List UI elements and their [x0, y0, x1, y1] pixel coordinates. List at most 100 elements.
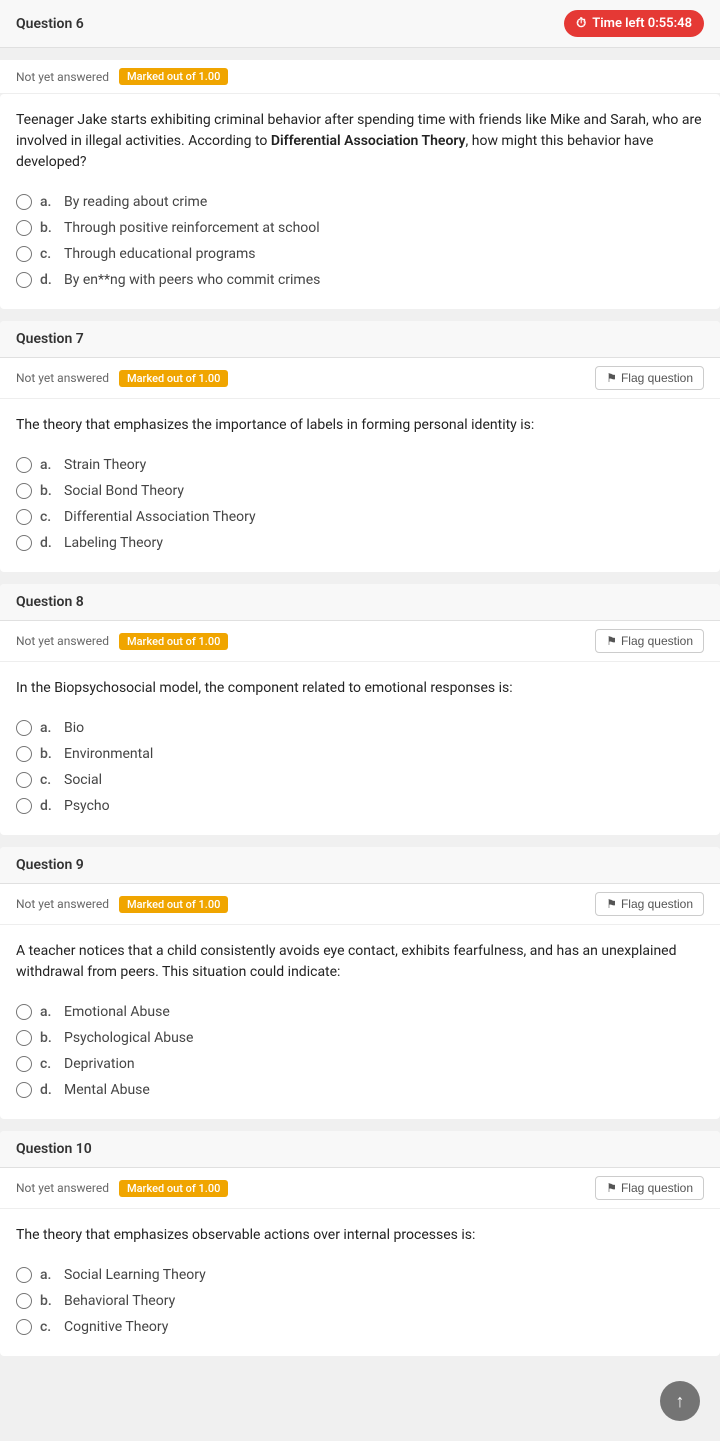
- q9-option-a[interactable]: [16, 1004, 32, 1020]
- flag-icon: ⚑: [606, 1181, 617, 1195]
- q9-option-d[interactable]: [16, 1082, 32, 1098]
- q6-option-d[interactable]: [16, 272, 32, 288]
- q6-option-c[interactable]: [16, 246, 32, 262]
- q7-flag-button[interactable]: ⚑ Flag question: [595, 366, 704, 390]
- list-item: a. Emotional Abuse: [16, 999, 704, 1025]
- option-text: Social Learning Theory: [64, 1267, 206, 1283]
- list-item: a. Strain Theory: [16, 452, 704, 478]
- q8-option-c[interactable]: [16, 772, 32, 788]
- q9-text: A teacher notices that a child consisten…: [16, 941, 704, 983]
- q7-option-d[interactable]: [16, 535, 32, 551]
- q10-text: The theory that emphasizes observable ac…: [16, 1225, 704, 1246]
- q7-options: a. Strain Theory b. Social Bond Theory c…: [16, 452, 704, 556]
- q9-body: A teacher notices that a child consisten…: [0, 925, 720, 1119]
- q7-badge: Marked out of 1.00: [119, 370, 228, 387]
- flag-label: Flag question: [621, 634, 693, 648]
- q8-option-d[interactable]: [16, 798, 32, 814]
- flag-label: Flag question: [621, 897, 693, 911]
- q9-option-c[interactable]: [16, 1056, 32, 1072]
- q7-option-c[interactable]: [16, 509, 32, 525]
- list-item: c. Social: [16, 767, 704, 793]
- q8-badge: Marked out of 1.00: [119, 633, 228, 650]
- option-text: By reading about crime: [64, 194, 207, 210]
- q8-flag-button[interactable]: ⚑ Flag question: [595, 629, 704, 653]
- list-item: a. By reading about crime: [16, 189, 704, 215]
- list-item: a. Social Learning Theory: [16, 1262, 704, 1288]
- q10-option-a[interactable]: [16, 1267, 32, 1283]
- option-letter: a.: [40, 457, 56, 473]
- scroll-to-top-button[interactable]: ↑: [660, 1381, 700, 1421]
- q8-status: Not yet answered: [16, 634, 109, 648]
- option-letter: b.: [40, 1293, 56, 1309]
- option-text: Through positive reinforcement at school: [64, 220, 320, 236]
- list-item: c. Through educational programs: [16, 241, 704, 267]
- q7-option-b[interactable]: [16, 483, 32, 499]
- q6-body: Teenager Jake starts exhibiting criminal…: [0, 94, 720, 309]
- option-text: Emotional Abuse: [64, 1004, 170, 1020]
- q6-option-b[interactable]: [16, 220, 32, 236]
- q7-option-a[interactable]: [16, 457, 32, 473]
- question-6-card: Teenager Jake starts exhibiting criminal…: [0, 94, 720, 309]
- option-letter: a.: [40, 1004, 56, 1020]
- q7-body: The theory that emphasizes the importanc…: [0, 399, 720, 572]
- list-item: b. Psychological Abuse: [16, 1025, 704, 1051]
- q7-header: Question 7: [0, 321, 720, 358]
- option-text: Social: [64, 772, 102, 788]
- q6-text: Teenager Jake starts exhibiting criminal…: [16, 110, 704, 173]
- q10-options: a. Social Learning Theory b. Behavioral …: [16, 1262, 704, 1340]
- list-item: b. Behavioral Theory: [16, 1288, 704, 1314]
- list-item: b. Social Bond Theory: [16, 478, 704, 504]
- q8-text: In the Biopsychosocial model, the compon…: [16, 678, 704, 699]
- option-text: Environmental: [64, 746, 153, 762]
- option-text: Through educational programs: [64, 246, 256, 262]
- list-item: b. Environmental: [16, 741, 704, 767]
- option-text: Labeling Theory: [64, 535, 163, 551]
- list-item: c. Deprivation: [16, 1051, 704, 1077]
- q10-header: Question 10: [0, 1131, 720, 1168]
- option-text: Strain Theory: [64, 457, 146, 473]
- q6-option-a[interactable]: [16, 194, 32, 210]
- list-item: d. Labeling Theory: [16, 530, 704, 556]
- q10-status: Not yet answered: [16, 1181, 109, 1195]
- q10-option-c[interactable]: [16, 1319, 32, 1335]
- option-letter: a.: [40, 194, 56, 210]
- q9-header: Question 9: [0, 847, 720, 884]
- list-item: d. Mental Abuse: [16, 1077, 704, 1103]
- q9-badge: Marked out of 1.00: [119, 896, 228, 913]
- option-text: Cognitive Theory: [64, 1319, 168, 1335]
- q10-flag-button[interactable]: ⚑ Flag question: [595, 1176, 704, 1200]
- option-text: Social Bond Theory: [64, 483, 184, 499]
- option-letter: c.: [40, 1319, 56, 1335]
- flag-icon: ⚑: [606, 634, 617, 648]
- q10-body: The theory that emphasizes observable ac…: [0, 1209, 720, 1356]
- list-item: d. By en**ng with peers who commit crime…: [16, 267, 704, 293]
- question-7-card: Question 7 Not yet answered Marked out o…: [0, 321, 720, 572]
- question6-top-bar: Question 6 ⏱ Time left 0:55:48: [0, 0, 720, 48]
- timer-label: Time left 0:55:48: [592, 16, 692, 31]
- q7-status: Not yet answered: [16, 371, 109, 385]
- list-item: c. Cognitive Theory: [16, 1314, 704, 1340]
- q8-option-b[interactable]: [16, 746, 32, 762]
- q8-options: a. Bio b. Environmental c. Social d. Psy…: [16, 715, 704, 819]
- q9-flag-button[interactable]: ⚑ Flag question: [595, 892, 704, 916]
- option-letter: d.: [40, 798, 56, 814]
- option-text: Behavioral Theory: [64, 1293, 175, 1309]
- option-letter: c.: [40, 772, 56, 788]
- q10-option-b[interactable]: [16, 1293, 32, 1309]
- flag-icon: ⚑: [606, 897, 617, 911]
- option-letter: c.: [40, 1056, 56, 1072]
- timer-icon: ⏱: [576, 16, 586, 31]
- q9-status: Not yet answered: [16, 897, 109, 911]
- option-text: Bio: [64, 720, 84, 736]
- flag-icon: ⚑: [606, 371, 617, 385]
- q8-option-a[interactable]: [16, 720, 32, 736]
- list-item: c. Differential Association Theory: [16, 504, 704, 530]
- q9-option-b[interactable]: [16, 1030, 32, 1046]
- q7-title: Question 7: [16, 331, 84, 347]
- option-letter: c.: [40, 509, 56, 525]
- flag-label: Flag question: [621, 1181, 693, 1195]
- option-letter: a.: [40, 1267, 56, 1283]
- q9-options: a. Emotional Abuse b. Psychological Abus…: [16, 999, 704, 1103]
- option-text: Differential Association Theory: [64, 509, 256, 525]
- option-letter: b.: [40, 483, 56, 499]
